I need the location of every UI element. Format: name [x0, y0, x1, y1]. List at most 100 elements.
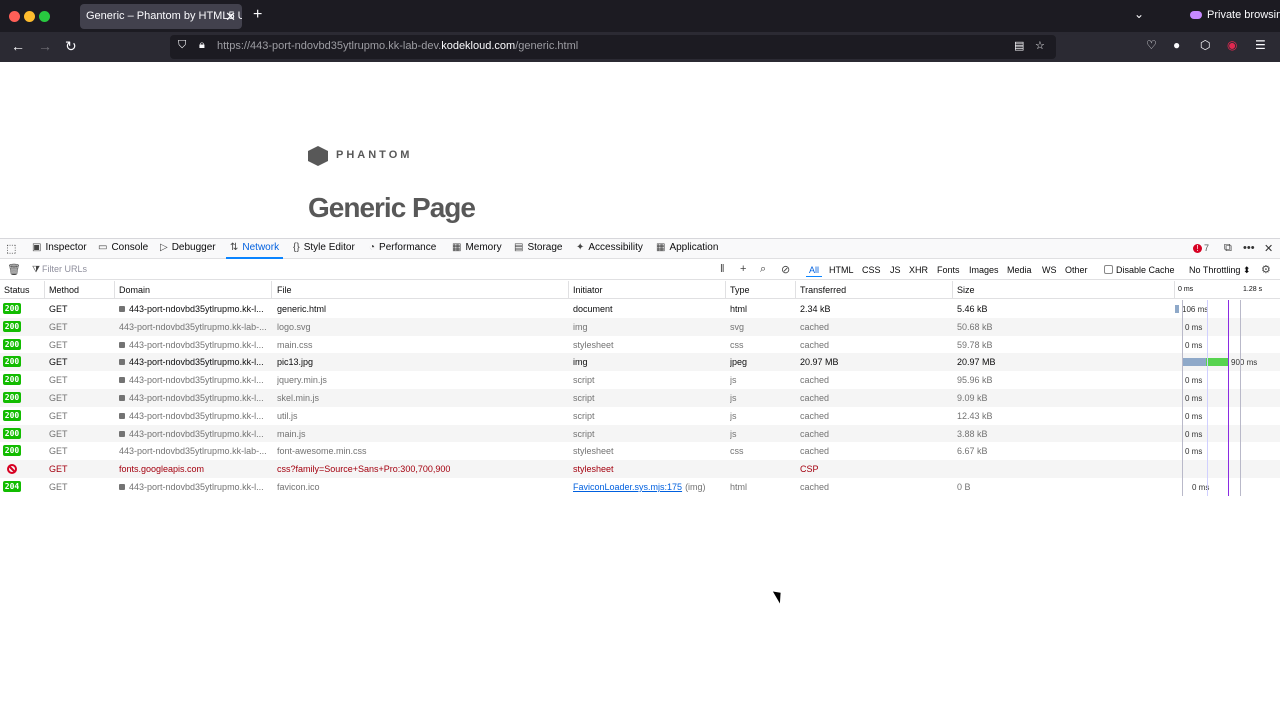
table-row[interactable]: 200 GET 443-port-ndovbd35ytlrupmo.kk-lab-.… — [0, 442, 1280, 460]
url-bar[interactable]: ⛉ 🔒︎ https://443-port-ndovbd35ytlrupmo.k… — [170, 35, 1056, 59]
column-divider[interactable] — [271, 281, 272, 299]
column-divider[interactable] — [725, 281, 726, 299]
gear-icon[interactable]: ⚙ — [1261, 263, 1271, 276]
error-count-badge[interactable]: ! 7 — [1193, 243, 1209, 253]
url-text[interactable]: https://443-port-ndovbd35ytlrupmo.kk-lab… — [217, 40, 578, 52]
status-badge: 200 — [3, 320, 21, 332]
filter-type-js[interactable]: JS — [890, 265, 901, 275]
cell-text: 0 B — [957, 481, 971, 492]
cell-text: cached — [800, 428, 830, 439]
tab-network[interactable]: ⇅ Network — [225, 242, 284, 259]
chevron-down-icon[interactable]: ⌄ — [1134, 7, 1144, 21]
more-options-icon[interactable]: ••• — [1243, 242, 1255, 254]
column-divider[interactable] — [795, 281, 796, 299]
account-icon[interactable]: ● — [1173, 38, 1180, 52]
bookmark-star-icon[interactable]: ☆ — [1035, 39, 1045, 52]
column-divider[interactable] — [114, 281, 115, 299]
disable-cache-label: Disable Cache — [1116, 265, 1175, 275]
table-row[interactable]: 200 GET 443-port-ndovbd35ytlrupmo.kk-l... u… — [0, 407, 1280, 425]
shield-icon[interactable]: ⛉ — [178, 39, 186, 52]
column-status[interactable]: Status — [4, 285, 30, 295]
filter-type-media[interactable]: Media — [1007, 265, 1032, 275]
disable-cache-checkbox[interactable]: Disable Cache — [1104, 265, 1175, 275]
table-row[interactable]: 200 GET 443-port-ndovbd35ytlrupmo.kk-l... j… — [0, 371, 1280, 389]
column-file[interactable]: File — [277, 285, 292, 295]
column-transferred[interactable]: Transferred — [800, 285, 846, 295]
logo-text[interactable]: PHANTOM — [336, 149, 412, 161]
cell-file: skel.min.js — [277, 393, 319, 403]
column-divider[interactable] — [44, 281, 45, 299]
table-row[interactable]: 200 GET 443-port-ndovbd35ytlrupmo.kk-l... s… — [0, 388, 1280, 407]
filter-type-images[interactable]: Images — [969, 265, 999, 275]
window-zoom-button[interactable] — [39, 11, 50, 22]
browser-tab[interactable]: Generic – Phantom by HTML5 UP ✕ — [80, 4, 242, 29]
filter-urls-input[interactable]: Filter URLs — [42, 264, 87, 274]
column-divider[interactable] — [568, 281, 569, 299]
table-row[interactable]: 200 GET 443-port-ndovbd35ytlrupmo.kk-l... m… — [0, 424, 1280, 443]
ublock-icon[interactable]: ◉ — [1227, 38, 1237, 52]
window-minimize-button[interactable] — [24, 11, 35, 22]
tab-title: Generic – Phantom by HTML5 UP — [86, 10, 242, 22]
filter-type-css[interactable]: CSS — [862, 265, 881, 275]
status-badge: 200 — [3, 445, 21, 457]
cell-initiator[interactable]: FaviconLoader.sys.mjs:175 (img) — [573, 482, 706, 492]
block-icon[interactable]: ⊘ — [781, 263, 790, 276]
column-type[interactable]: Type — [730, 285, 750, 295]
window-close-button[interactable] — [9, 11, 20, 22]
cell-text: 20.97 MB — [800, 357, 839, 368]
filter-type-ws[interactable]: WS — [1042, 265, 1057, 275]
close-icon[interactable]: ✕ — [225, 4, 236, 29]
cell-text: 3.88 kB — [957, 428, 988, 439]
column-domain[interactable]: Domain — [119, 285, 150, 295]
trash-icon[interactable]: 🗑︎ — [7, 263, 21, 276]
table-row[interactable]: 200 GET 443-port-ndovbd35ytlrupmo.kk-lab-.… — [0, 317, 1280, 336]
tab-performance[interactable]: ◔ Performance — [369, 242, 436, 253]
table-row[interactable]: 200 GET 443-port-ndovbd35ytlrupmo.kk-l... p… — [0, 353, 1280, 372]
element-picker-icon[interactable]: ⬚ — [6, 242, 16, 255]
dock-side-icon[interactable]: ⧉ — [1224, 242, 1232, 255]
reader-view-icon[interactable]: ▤ — [1014, 39, 1024, 52]
cell-method: GET — [49, 357, 68, 367]
tab-inspector[interactable]: ▣ Inspector — [32, 242, 87, 253]
phantom-logo-icon[interactable] — [308, 146, 328, 166]
table-row[interactable]: 200 GET 443-port-ndovbd35ytlrupmo.kk-l... g… — [0, 300, 1280, 318]
tab-debugger[interactable]: ▷ Debugger — [160, 242, 216, 253]
close-devtools-icon[interactable]: ✕ — [1264, 242, 1273, 255]
table-row[interactable]: 200 GET 443-port-ndovbd35ytlrupmo.kk-l... m… — [0, 336, 1280, 354]
filter-type-all[interactable]: All — [805, 265, 823, 277]
lock-icon[interactable]: 🔒︎ — [199, 39, 205, 52]
forward-arrow-icon[interactable]: → — [38, 38, 52, 54]
column-divider[interactable] — [1174, 281, 1175, 299]
filter-type-html[interactable]: HTML — [829, 265, 854, 275]
menu-icon[interactable]: ☰ — [1255, 38, 1266, 52]
filter-type-other[interactable]: Other — [1065, 265, 1088, 275]
cell-text: favicon.ico — [277, 481, 320, 492]
filter-type-fonts[interactable]: Fonts — [937, 265, 960, 275]
throttling-select[interactable]: No Throttling ⬍ — [1189, 265, 1250, 276]
new-tab-button[interactable]: + — [253, 6, 262, 24]
tab-application[interactable]: ▦ Application — [656, 242, 718, 253]
tab-style-editor[interactable]: {} Style Editor — [293, 242, 355, 253]
cell-text: 443-port-ndovbd35ytlrupmo.kk-lab-... — [119, 446, 267, 457]
waterfall-timing: 900 ms — [1231, 358, 1258, 368]
pocket-icon[interactable]: ♡ — [1146, 38, 1157, 52]
cell-type: html — [730, 304, 747, 314]
tab-accessibility[interactable]: ✦ Accessibility — [576, 242, 643, 253]
back-arrow-icon[interactable]: ← — [11, 38, 25, 54]
extensions-icon[interactable]: ⬡ — [1200, 38, 1210, 52]
add-request-icon[interactable]: + — [740, 263, 746, 275]
table-row[interactable]: 204 GET 443-port-ndovbd35ytlrupmo.kk-l... f… — [0, 478, 1280, 496]
cell-method: GET — [49, 482, 68, 492]
search-icon[interactable]: ⌕ — [760, 263, 766, 276]
column-method[interactable]: Method — [49, 285, 79, 295]
reload-icon[interactable]: ↻ — [65, 38, 77, 55]
pause-icon[interactable]: ‖ — [720, 263, 725, 275]
filter-type-xhr[interactable]: XHR — [909, 265, 928, 275]
tab-console[interactable]: ▭ Console — [98, 242, 148, 253]
tab-storage[interactable]: ▤ Storage — [514, 242, 562, 253]
table-row[interactable]: GET fonts.googleapis.com css?family=Source… — [0, 460, 1280, 478]
column-size[interactable]: Size — [957, 285, 975, 295]
tab-memory[interactable]: ▦ Memory — [452, 242, 502, 253]
column-divider[interactable] — [952, 281, 953, 299]
column-initiator[interactable]: Initiator — [573, 285, 603, 295]
